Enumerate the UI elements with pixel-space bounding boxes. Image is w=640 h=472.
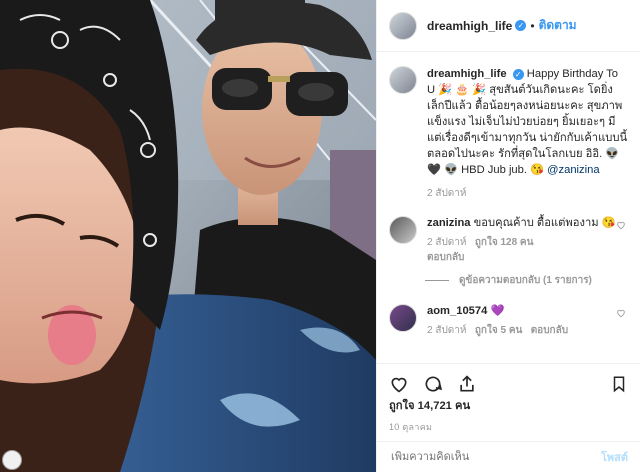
comment-composer: โพสต์ — [377, 441, 640, 472]
comment-likes[interactable]: ถูกใจ 128 คน — [475, 237, 534, 248]
comment-text: 💜 — [490, 305, 505, 317]
comment-item: aom_10574 💜 2 สัปดาห์ ถูกใจ 5 คน ตอบกลับ — [377, 296, 640, 338]
follow-button[interactable]: ติดตาม — [539, 16, 577, 35]
post-sidebar: dreamhigh_life ✓ • ติดตาม dreamhigh_life… — [376, 0, 640, 472]
caption-text: Happy Birthday To U 🎉 🎂 🎉 สุขสันต์วันเกิ… — [427, 68, 628, 176]
post-comment-button[interactable]: โพสต์ — [601, 448, 628, 466]
comment-username[interactable]: zanizina — [427, 217, 471, 229]
caption-body: dreamhigh_life ✓ Happy Birthday To U 🎉 🎂… — [427, 66, 628, 202]
view-replies-label[interactable]: ดูข้อความตอบกลับ (1 รายการ) — [459, 273, 592, 288]
comment-reply-button[interactable]: ตอบกลับ — [531, 325, 568, 336]
action-bar: ถูกใจ 14,721 คน — [377, 363, 640, 418]
caption-mention-link[interactable]: @zanizina — [547, 164, 599, 176]
likes-count[interactable]: ถูกใจ 14,721 คน — [389, 396, 470, 414]
author-avatar[interactable] — [389, 11, 417, 40]
comment-time: 2 สัปดาห์ — [427, 237, 467, 248]
comment-body: zanizina ขอบคุณค้าบ ตื้อแต่พองาม 😘 2 สัป… — [427, 216, 617, 265]
caption: dreamhigh_life ✓ Happy Birthday To U 🎉 🎂… — [377, 52, 640, 202]
bookmark-icon[interactable] — [610, 374, 628, 399]
replies-divider — [425, 280, 449, 281]
comment-body: aom_10574 💜 2 สัปดาห์ ถูกใจ 5 คน ตอบกลับ — [427, 304, 617, 338]
comment-meta: 2 สัปดาห์ ถูกใจ 128 คน ตอบกลับ — [427, 235, 617, 265]
action-icons — [377, 364, 640, 399]
comment-like-icon[interactable] — [616, 220, 626, 230]
comment-like-icon[interactable] — [616, 308, 626, 318]
caption-avatar[interactable] — [389, 66, 417, 94]
caption-time: 2 สัปดาห์ — [427, 188, 467, 199]
comment-time: 2 สัปดาห์ — [427, 325, 467, 336]
comment-avatar[interactable] — [389, 216, 417, 244]
comments-scroll-area[interactable]: dreamhigh_life ✓ Happy Birthday To U 🎉 🎂… — [377, 52, 640, 364]
post-header: dreamhigh_life ✓ • ติดตาม — [377, 0, 640, 52]
caption-verified-icon: ✓ — [512, 68, 524, 80]
comment-avatar[interactable] — [389, 304, 417, 332]
comment-meta: 2 สัปดาห์ ถูกใจ 5 คน ตอบกลับ — [427, 323, 617, 338]
comment-username[interactable]: aom_10574 — [427, 305, 487, 317]
author-username[interactable]: dreamhigh_life — [427, 19, 512, 33]
comment-input[interactable] — [389, 450, 601, 464]
comment-likes[interactable]: ถูกใจ 5 คน — [475, 325, 523, 336]
separator-dot: • — [530, 18, 535, 33]
selfie-image — [0, 0, 376, 472]
post-photo[interactable] — [0, 0, 376, 472]
comment-text: ขอบคุณค้าบ ตื้อแต่พองาม 😘 — [473, 217, 616, 229]
view-replies-link[interactable]: ดูข้อความตอบกลับ (1 รายการ) — [425, 273, 640, 288]
caption-username[interactable]: dreamhigh_life — [427, 68, 507, 80]
post-modal: dreamhigh_life ✓ • ติดตาม dreamhigh_life… — [0, 0, 640, 472]
comment-reply-button[interactable]: ตอบกลับ — [427, 252, 464, 263]
post-date: 10 ตุลาคม — [389, 422, 433, 432]
comment-item: zanizina ขอบคุณค้าบ ตื้อแต่พองาม 😘 2 สัป… — [377, 208, 640, 265]
corner-circle-icon[interactable] — [2, 450, 22, 470]
verified-badge-icon: ✓ — [515, 20, 527, 31]
